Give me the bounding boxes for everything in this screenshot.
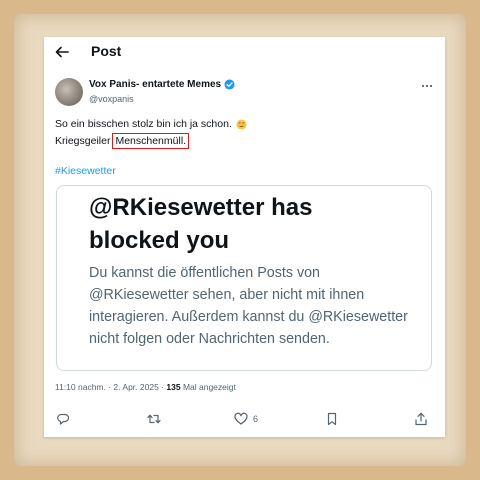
post-timestamp[interactable]: 11:10 nachm. · 2. Apr. 2025 · [55, 382, 164, 392]
back-arrow-icon[interactable] [55, 45, 69, 59]
like-button[interactable]: 6 [234, 411, 258, 427]
more-icon[interactable] [421, 84, 433, 88]
post-text-line-1: So ein bisschen stolz bin ich ja schon. [55, 118, 247, 130]
hashtag-link[interactable]: #Kiesewetter [55, 165, 116, 177]
share-button[interactable] [414, 411, 428, 427]
page-title: Post [91, 43, 122, 59]
embedded-image[interactable]: @RKiesewetter has blocked you Du kannst … [56, 185, 432, 371]
post-text: So ein bisschen stolz bin ich ja schon. [55, 118, 232, 130]
highlighted-word: Menschenmüll. [112, 133, 190, 149]
verified-badge-icon [224, 79, 235, 90]
reply-button[interactable] [56, 411, 70, 427]
bookmark-button[interactable] [325, 411, 339, 427]
author-name[interactable]: Vox Panis- entartete Memes [89, 79, 221, 90]
like-count: 6 [253, 414, 259, 424]
embed-body: Du kannst die öffentlichen Posts von @RK… [89, 265, 408, 347]
top-bar: Post [44, 37, 445, 67]
post-card: Post Vox Panis- entartete Memes @voxpani… [44, 37, 445, 437]
author-handle[interactable]: @voxpanis [89, 94, 134, 104]
share-icon [415, 412, 427, 426]
avatar[interactable] [55, 78, 83, 106]
view-count: 135 [166, 382, 181, 392]
smiling-face-icon [236, 118, 247, 130]
repost-icon [147, 414, 161, 424]
post-text-prefix: Kriegsgeiler [55, 135, 111, 147]
embed-title: @RKiesewetter has blocked you [89, 194, 313, 254]
author-name-row: Vox Panis- entartete Memes [89, 79, 235, 90]
like-icon [234, 412, 248, 425]
views-label: Mal angezeigt [182, 382, 236, 392]
bookmark-icon [327, 412, 337, 426]
repost-button[interactable] [147, 411, 161, 427]
reply-icon [57, 413, 70, 425]
post-text-line-2: Kriegsgeiler Menschenmüll. [55, 133, 190, 149]
post-meta: 11:10 nachm. · 2. Apr. 2025 · 135 Mal an… [55, 382, 236, 392]
action-bar: 6 [44, 411, 445, 431]
